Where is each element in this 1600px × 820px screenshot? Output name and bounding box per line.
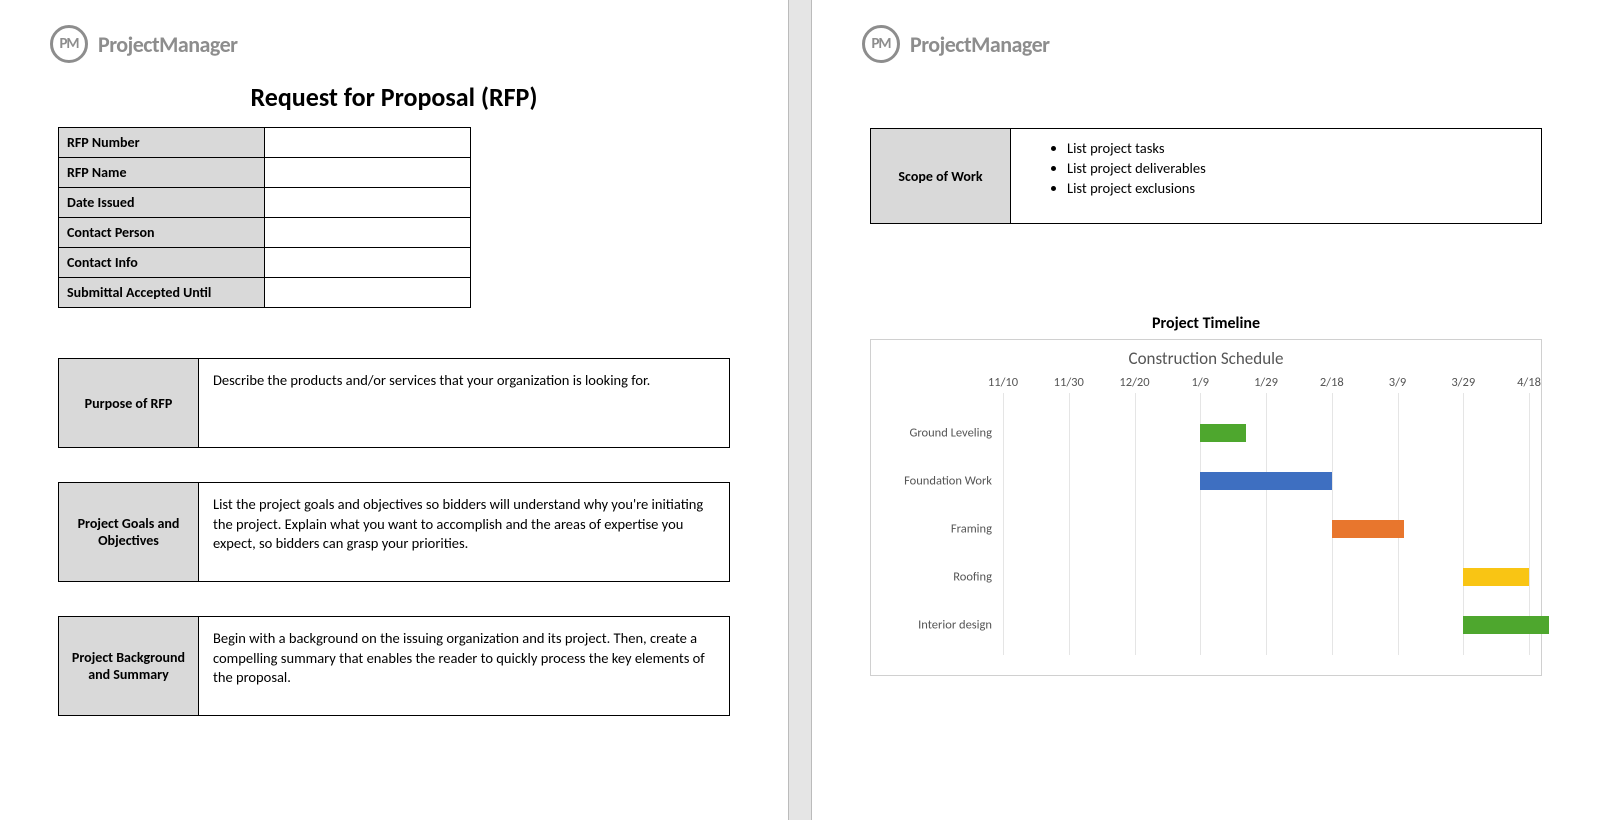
task-label: Interior design — [883, 618, 998, 633]
gridline — [1266, 393, 1267, 655]
section-box: Project Background and SummaryBegin with… — [58, 616, 730, 716]
section-label: Project Goals and Objectives — [59, 483, 199, 581]
x-tick-label: 2/18 — [1320, 375, 1344, 390]
section-body: Begin with a background on the issuing o… — [199, 617, 729, 715]
x-tick-label: 1/9 — [1192, 375, 1210, 390]
gridline — [1003, 393, 1004, 655]
page-2: PM ProjectManager Scope of Work List pro… — [812, 0, 1600, 820]
chart-title: Construction Schedule — [883, 348, 1529, 369]
info-row: Contact Person — [59, 218, 471, 248]
info-row: RFP Name — [59, 158, 471, 188]
info-row-value[interactable] — [264, 218, 470, 248]
task-label: Ground Leveling — [883, 426, 998, 441]
task-label: Roofing — [883, 570, 998, 585]
gantt-chart: Construction Schedule 11/10 11/30 12/20 1/9… — [870, 339, 1542, 676]
x-tick-label: 1/29 — [1254, 375, 1278, 390]
x-tick-label: 3/9 — [1389, 375, 1407, 390]
section-label: Purpose of RFP — [59, 359, 199, 447]
page-1: PM ProjectManager Request for Proposal (… — [0, 0, 788, 820]
info-row-value[interactable] — [264, 188, 470, 218]
info-row-label: Date Issued — [59, 188, 265, 218]
chart-heading: Project Timeline — [862, 314, 1550, 333]
x-tick-label: 11/10 — [988, 375, 1018, 390]
info-row-value[interactable] — [264, 158, 470, 188]
section-body: Describe the products and/or services th… — [199, 359, 729, 447]
task-label: Framing — [883, 522, 998, 537]
scope-item: List project tasks — [1067, 139, 1541, 157]
brand-name: ProjectManager — [98, 31, 237, 58]
info-row: RFP Number — [59, 128, 471, 158]
gantt-bar — [1463, 568, 1529, 586]
gantt-bar — [1200, 472, 1332, 490]
section-box: Purpose of RFPDescribe the products and/… — [58, 358, 730, 448]
info-row-value[interactable] — [264, 128, 470, 158]
gantt-bar — [1463, 616, 1548, 634]
scope-of-work-box: Scope of Work List project tasksList pro… — [870, 128, 1542, 224]
rfp-info-table: RFP NumberRFP NameDate IssuedContact Per… — [58, 127, 471, 308]
logo-icon: PM — [50, 25, 88, 63]
section-label: Project Background and Summary — [59, 617, 199, 715]
info-row-label: RFP Name — [59, 158, 265, 188]
logo-icon: PM — [862, 25, 900, 63]
info-row-value[interactable] — [264, 248, 470, 278]
info-row: Date Issued — [59, 188, 471, 218]
section-body: List the project goals and objectives so… — [199, 483, 729, 581]
page-divider — [788, 0, 812, 820]
info-row-label: Contact Person — [59, 218, 265, 248]
info-row-label: RFP Number — [59, 128, 265, 158]
info-row: Submittal Accepted Until — [59, 278, 471, 308]
x-tick-label: 11/30 — [1054, 375, 1084, 390]
brand-header: PM ProjectManager — [862, 25, 1550, 63]
x-tick-label: 4/18 — [1517, 375, 1541, 390]
brand-header: PM ProjectManager — [50, 25, 738, 63]
scope-label: Scope of Work — [871, 129, 1011, 223]
gantt-bar — [1332, 520, 1404, 538]
x-tick-label: 12/20 — [1119, 375, 1149, 390]
scope-item: List project exclusions — [1067, 179, 1541, 197]
task-label: Foundation Work — [883, 474, 998, 489]
gridline — [1069, 393, 1070, 655]
info-row-value[interactable] — [264, 278, 470, 308]
brand-name: ProjectManager — [910, 31, 1049, 58]
gantt-plot-area: 11/1011/3012/201/91/292/183/93/294/18 Gr… — [883, 375, 1529, 655]
gridline — [1135, 393, 1136, 655]
gantt-bar — [1200, 424, 1246, 442]
info-row-label: Contact Info — [59, 248, 265, 278]
scope-body: List project tasks List project deliverab… — [1011, 129, 1541, 223]
info-row: Contact Info — [59, 248, 471, 278]
x-tick-label: 3/29 — [1451, 375, 1475, 390]
document-title: Request for Proposal (RFP) — [50, 81, 738, 113]
scope-item: List project deliverables — [1067, 159, 1541, 177]
info-row-label: Submittal Accepted Until — [59, 278, 265, 308]
section-box: Project Goals and ObjectivesList the pro… — [58, 482, 730, 582]
